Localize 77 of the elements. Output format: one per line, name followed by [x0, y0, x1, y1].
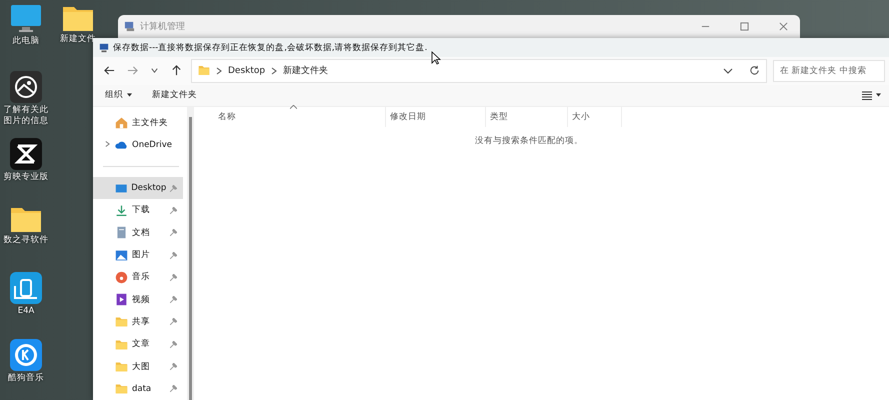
back-arrow-icon [104, 65, 115, 76]
tablet-app-icon [10, 272, 42, 304]
nav-item[interactable]: Desktop [93, 177, 183, 200]
folder-icon [10, 205, 42, 233]
nav-item[interactable]: 大图 [93, 355, 183, 378]
column-header[interactable]: 类型 [486, 107, 568, 128]
picture-icon [115, 248, 128, 262]
pin-icon [170, 296, 177, 304]
nav-item[interactable]: 视频 [93, 288, 183, 311]
organize-button[interactable]: 组织 [105, 89, 132, 102]
nav-item[interactable]: 文章 [93, 333, 183, 356]
folder-icon [62, 4, 94, 32]
pin-icon [170, 363, 177, 370]
breadcrumb-item[interactable]: Desktop [228, 66, 266, 76]
chevron-right-icon [216, 66, 222, 75]
view-button[interactable] [862, 90, 881, 100]
close-icon[interactable] [778, 22, 788, 30]
nav-item[interactable]: 文档 [93, 222, 183, 244]
forward-arrow-icon [127, 65, 138, 76]
search-field[interactable]: 在 新建文件夹 中搜索 [773, 60, 885, 82]
folder-icon [115, 360, 128, 374]
chevron-down-icon [150, 66, 159, 76]
window-title: 计算机管理 [140, 20, 186, 32]
refresh-icon[interactable] [749, 65, 760, 76]
desktop-icon-label[interactable]: 此电脑 [0, 36, 52, 47]
maximize-icon[interactable] [740, 22, 748, 30]
breadcrumb-item[interactable]: 新建文件夹 [283, 64, 328, 78]
pin-icon [170, 318, 177, 326]
chevron-right-icon [271, 66, 278, 75]
column-header[interactable]: 大小 [568, 107, 622, 128]
desktop-icon-label[interactable]: E4A [0, 306, 52, 317]
nav-item[interactable]: 共享 [93, 310, 183, 334]
music-icon [115, 270, 128, 284]
pin-icon [170, 340, 177, 348]
new-folder-button[interactable]: 新建文件夹 [152, 89, 197, 102]
chevron-right-icon[interactable] [104, 140, 110, 148]
monitor-icon [10, 4, 42, 34]
pin-icon [170, 206, 177, 214]
pin-icon [170, 385, 177, 392]
dialog-title: 保存数据---直接将数据保存到正在恢复的盘,会破坏数据,请将数据保存到其它盘. [113, 42, 428, 54]
folder-icon [115, 338, 128, 351]
chevron-down-icon[interactable] [723, 66, 733, 76]
caret-icon [876, 93, 881, 98]
column-header[interactable]: 修改日期 [386, 107, 486, 128]
up-arrow-icon [171, 65, 182, 76]
nav-item[interactable]: 主文件夹 [93, 111, 183, 134]
sort-caret-icon [290, 105, 296, 110]
computer-icon [99, 42, 109, 53]
nav-item[interactable]: 图片 [93, 244, 183, 266]
desktop-icon-label[interactable]: 了解有关此图片的信息 [0, 105, 52, 126]
pin-icon [170, 252, 177, 259]
pin-icon [170, 229, 177, 236]
desktop-icon-label[interactable]: 数之寻软件 [0, 235, 52, 246]
pin-icon [170, 274, 177, 281]
computer-management-icon [124, 20, 135, 32]
folder-icon [115, 315, 128, 328]
address-bar[interactable]: Desktop 新建文件夹 [191, 58, 767, 83]
desktop-icon-label[interactable]: 酷狗音乐 [0, 373, 52, 384]
nav-item[interactable]: data [93, 378, 183, 400]
k-logo-icon [10, 339, 42, 371]
document-icon [115, 226, 128, 240]
photo-info-icon [10, 71, 42, 103]
nav-item[interactable]: 音乐 [93, 266, 183, 289]
download-icon [115, 204, 128, 217]
desktop-icon [114, 182, 128, 195]
video-icon [115, 293, 128, 306]
caret-icon [127, 93, 132, 98]
pin-icon [170, 184, 177, 192]
folder-icon [198, 65, 210, 76]
list-view-icon [862, 90, 872, 100]
folder-icon [115, 382, 128, 396]
house-icon [115, 116, 128, 130]
desktop-icon-label[interactable]: 剪映专业版 [0, 172, 52, 183]
empty-message: 没有与搜索条件匹配的项。 [474, 135, 584, 148]
nav-item[interactable]: OneDrive [93, 134, 183, 156]
nav-item[interactable]: 下载 [93, 199, 183, 222]
column-header[interactable]: 名称 [194, 107, 386, 128]
